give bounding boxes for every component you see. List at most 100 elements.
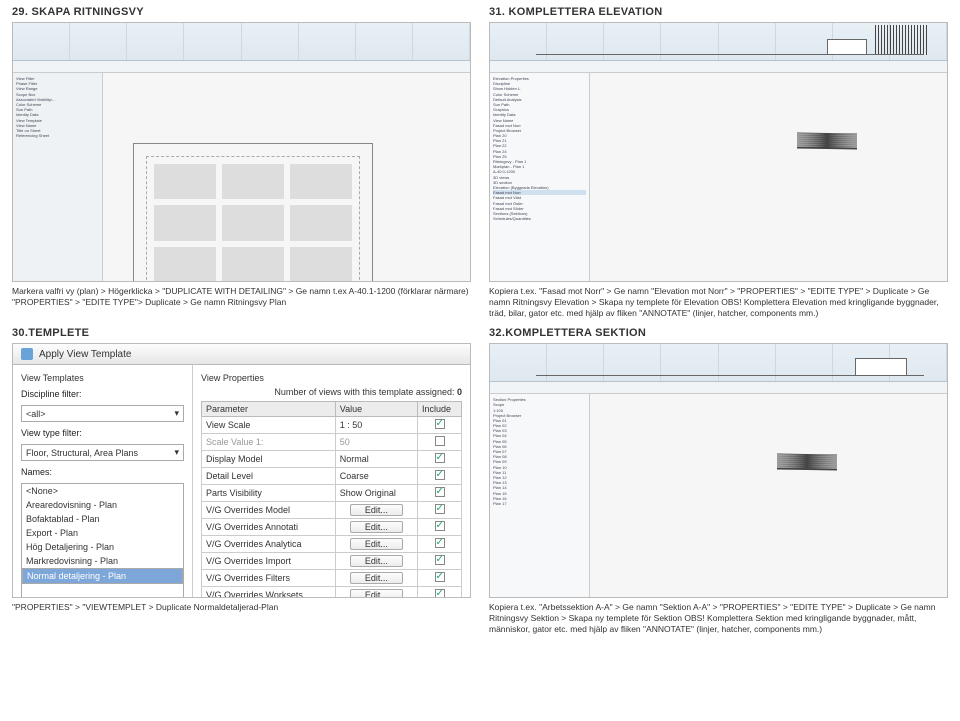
include-cell[interactable] [418, 485, 462, 502]
edit-button[interactable]: Edit... [350, 555, 403, 567]
section-31: 31. KOMPLETTERA ELEVATION Elevation Prop… [489, 6, 948, 319]
param-name: V/G Overrides Import [202, 553, 336, 570]
table-row: V/G Overrides Annotati Edit... [202, 519, 462, 536]
chevron-down-icon: ▾ [174, 408, 179, 419]
discipline-filter-label: Discipline filter: [21, 389, 184, 399]
include-cell[interactable] [418, 468, 462, 485]
edit-button[interactable]: Edit... [350, 572, 403, 584]
include-checkbox[interactable] [435, 470, 445, 480]
table-row: Scale Value 1:50 [202, 434, 462, 451]
discipline-filter-value: <all> [26, 409, 46, 419]
revit-subribbon [490, 382, 947, 394]
screenshot-31: Elevation PropertiesDisciplineShow Hidde… [489, 22, 948, 282]
template-name-item[interactable]: <None> [22, 484, 183, 498]
screenshot-29: View FilterPhase FilterView RangeScope B… [12, 22, 471, 282]
param-value[interactable]: Edit... [335, 570, 417, 587]
include-checkbox[interactable] [435, 419, 445, 429]
param-value[interactable]: Show Original [335, 485, 417, 502]
col-include: Include [418, 402, 462, 417]
screenshot-32: Section PropertiesScope1:100Project Brow… [489, 343, 948, 598]
table-row: V/G Overrides FiltersEdit... [202, 570, 462, 587]
project-browser-32: Section PropertiesScope1:100Project Brow… [490, 394, 590, 597]
include-cell[interactable] [418, 417, 462, 434]
include-checkbox[interactable] [435, 589, 445, 598]
param-value[interactable]: Edit... [335, 587, 417, 599]
param-value[interactable]: Normal [335, 451, 417, 468]
include-checkbox[interactable] [435, 436, 445, 446]
view-templates-heading: View Templates [21, 373, 184, 383]
properties-panel: View FilterPhase FilterView RangeScope B… [13, 73, 103, 281]
section-30-title: 30.TEMPLETE [12, 327, 471, 339]
include-cell[interactable] [418, 536, 462, 553]
param-name: V/G Overrides Annotati [202, 519, 336, 536]
table-row: Display ModelNormal [202, 451, 462, 468]
ground-line [536, 54, 924, 55]
names-listbox[interactable]: <None>Arearedovisning - PlanBofaktablad … [21, 483, 184, 598]
include-cell[interactable] [418, 587, 462, 599]
include-cell[interactable] [418, 553, 462, 570]
dialog-icon [21, 348, 33, 360]
include-cell[interactable] [418, 570, 462, 587]
include-cell[interactable] [418, 434, 462, 451]
names-label: Names: [21, 467, 184, 477]
view-type-filter-value: Floor, Structural, Area Plans [26, 448, 138, 458]
table-row: View Scale1 : 50 [202, 417, 462, 434]
param-value[interactable]: 50 [335, 434, 417, 451]
adjacent-building [855, 358, 907, 376]
include-cell[interactable] [418, 519, 462, 536]
include-checkbox[interactable] [435, 504, 445, 514]
template-name-item[interactable]: Markredovisning - Plan [22, 554, 183, 568]
param-name: Detail Level [202, 468, 336, 485]
param-name: Scale Value 1: [202, 434, 336, 451]
param-value[interactable]: Edit... [335, 553, 417, 570]
template-name-item[interactable]: Normal detaljering - Plan [22, 568, 183, 584]
include-checkbox[interactable] [435, 572, 445, 582]
edit-button[interactable]: Edit... [350, 589, 403, 598]
param-value[interactable]: 1 : 50 [335, 417, 417, 434]
assigned-count-value: 0 [457, 387, 462, 397]
section-30-caption: "PROPERTIES" > "VIEWTEMPLET > Duplicate … [12, 602, 471, 613]
include-checkbox[interactable] [435, 538, 445, 548]
include-checkbox[interactable] [435, 453, 445, 463]
apply-view-template-dialog: Apply View Template View Templates Disci… [13, 344, 470, 597]
view-properties-panel: View Properties Number of views with thi… [193, 365, 470, 598]
include-checkbox[interactable] [435, 487, 445, 497]
param-name: View Scale [202, 417, 336, 434]
edit-button[interactable]: Edit... [350, 538, 403, 550]
edit-button[interactable]: Edit... [350, 504, 403, 516]
screenshot-30: Apply View Template View Templates Disci… [12, 343, 471, 598]
include-cell[interactable] [418, 502, 462, 519]
edit-button[interactable]: Edit... [350, 521, 403, 533]
table-row: V/G Overrides Import Edit... [202, 553, 462, 570]
template-name-item[interactable]: Bofaktablad - Plan [22, 512, 183, 526]
section-29-title: 29. SKAPA RITNINGSVY [12, 6, 471, 18]
param-name: Parts Visibility [202, 485, 336, 502]
table-row: V/G Overrides WorksetsEdit... [202, 587, 462, 599]
param-value[interactable]: Coarse [335, 468, 417, 485]
template-name-item[interactable]: Arearedovisning - Plan [22, 498, 183, 512]
view-properties-heading: View Properties [201, 373, 462, 383]
section-29-caption: Markera valfri vy (plan) > Högerklicka >… [12, 286, 471, 308]
section-30: 30.TEMPLETE Apply View Template View Tem… [12, 327, 471, 635]
template-name-item[interactable]: Export - Plan [22, 526, 183, 540]
template-name-item[interactable]: Hög Detaljering - Plan [22, 540, 183, 554]
param-name: V/G Overrides Analytica [202, 536, 336, 553]
param-value[interactable]: Edit... [335, 519, 417, 536]
include-checkbox[interactable] [435, 555, 445, 565]
param-value[interactable]: Edit... [335, 536, 417, 553]
table-row: Detail LevelCoarse [202, 468, 462, 485]
section-31-title: 31. KOMPLETTERA ELEVATION [489, 6, 948, 18]
floor-plan [133, 143, 373, 282]
include-checkbox[interactable] [435, 521, 445, 531]
discipline-filter-select[interactable]: <all> ▾ [21, 405, 184, 422]
revit-subribbon [13, 61, 470, 73]
section-32-title: 32.KOMPLETTERA SEKTION [489, 327, 948, 339]
hatch-pattern [875, 25, 927, 55]
project-browser-31: Elevation PropertiesDisciplineShow Hidde… [490, 73, 590, 281]
param-value[interactable]: Edit... [335, 502, 417, 519]
chevron-down-icon: ▾ [174, 447, 179, 458]
include-cell[interactable] [418, 451, 462, 468]
view-type-filter-select[interactable]: Floor, Structural, Area Plans ▾ [21, 444, 184, 461]
section-32: 32.KOMPLETTERA SEKTION Section Propertie… [489, 327, 948, 635]
view-type-filter-label: View type filter: [21, 428, 184, 438]
